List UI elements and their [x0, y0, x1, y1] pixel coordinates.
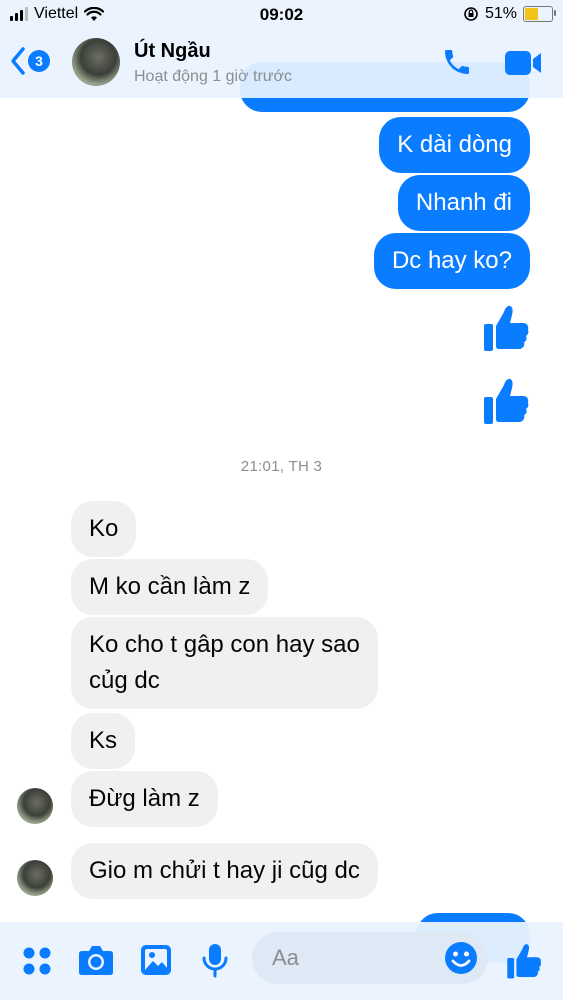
- thumbs-up-icon[interactable]: [482, 303, 530, 353]
- emoji-button[interactable]: [444, 941, 478, 980]
- contact-status: Hoạt động 1 giờ trước: [134, 68, 292, 85]
- thumbs-up-icon: [507, 944, 542, 979]
- battery-level: [525, 8, 539, 20]
- status-right: 51%: [463, 5, 556, 23]
- timestamp-divider: 21:01, TH 3: [240, 458, 323, 475]
- emoji-icon: [445, 942, 477, 974]
- video-camera-icon: [505, 51, 541, 75]
- incoming-message[interactable]: Gio m chửi t hay ji cũg dc: [71, 843, 378, 899]
- back-chevron-icon: [11, 47, 25, 75]
- unread-count-badge: 3: [28, 50, 50, 72]
- apps-grid-icon: [23, 947, 51, 975]
- incoming-message[interactable]: M ko cần làm z: [71, 559, 269, 615]
- phone-icon: [445, 50, 469, 74]
- apps-button[interactable]: [22, 946, 52, 981]
- call-button[interactable]: [441, 46, 473, 83]
- battery-icon: [523, 6, 556, 22]
- camera-button[interactable]: [78, 944, 114, 981]
- message-input[interactable]: Aa: [252, 932, 488, 984]
- outgoing-message[interactable]: K dài dòng: [379, 117, 530, 173]
- incoming-message[interactable]: Ko: [71, 501, 137, 557]
- sender-avatar[interactable]: [17, 860, 53, 896]
- outgoing-message[interactable]: Dc hay ko?: [373, 233, 530, 289]
- incoming-message-line: Ko cho t gâp con hay sao: [89, 631, 360, 658]
- conversation-header: 3 Út Ngầu Hoạt động 1 giờ trước: [0, 30, 563, 98]
- incoming-message[interactable]: Ks: [71, 713, 136, 769]
- thumbs-up-icon[interactable]: [482, 376, 530, 426]
- microphone-icon: [202, 944, 228, 978]
- rotation-lock-icon: [464, 7, 478, 21]
- photo-icon: [141, 945, 171, 975]
- outgoing-message[interactable]: Nhanh đi: [397, 175, 530, 231]
- photo-button[interactable]: [140, 944, 172, 981]
- incoming-message-multiline[interactable]: Ko cho t gâp con hay sao củg dc: [71, 617, 378, 709]
- back-button[interactable]: 3: [10, 46, 50, 76]
- incoming-message-line: củg dc: [89, 667, 160, 694]
- message-input-placeholder: Aa: [272, 945, 299, 970]
- incoming-message[interactable]: Đừg làm z: [71, 771, 218, 827]
- video-call-button[interactable]: [504, 50, 542, 81]
- contact-avatar[interactable]: [72, 38, 120, 86]
- sender-avatar[interactable]: [17, 788, 53, 824]
- message-composer: Aa: [0, 922, 563, 1000]
- send-like-button[interactable]: [505, 942, 543, 985]
- status-bar: Viettel 09:02 51%: [0, 0, 563, 30]
- contact-name[interactable]: Út Ngầu: [134, 40, 211, 63]
- camera-icon: [79, 946, 113, 975]
- battery-percent: 51%: [484, 5, 517, 22]
- voice-record-button[interactable]: [202, 943, 228, 984]
